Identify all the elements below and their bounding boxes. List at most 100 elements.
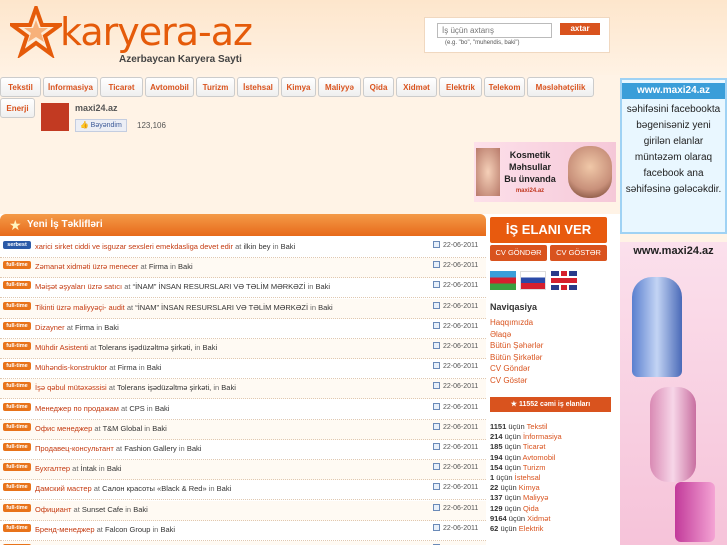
job-title-link[interactable]: Mühəndis-konstruktor xyxy=(35,363,107,372)
job-at-label: at xyxy=(108,383,116,393)
shaver-image xyxy=(632,277,682,377)
job-title-link[interactable]: Бренд-менеджер xyxy=(35,525,95,534)
category-tab-enerji[interactable]: Enerji xyxy=(0,98,35,118)
uk-flag-icon[interactable] xyxy=(551,271,577,290)
job-date-text: 22-06-2011 xyxy=(443,363,479,371)
maxi24-facebook-ad[interactable]: www.maxi24.az səhifəsini facebookta bəge… xyxy=(620,78,727,234)
nav-link[interactable]: Bütün Şəhərlər xyxy=(490,341,543,350)
nav-link[interactable]: Əlaqə xyxy=(490,330,511,339)
thumbs-up-icon: 👍 xyxy=(80,122,89,129)
job-date: 22-06-2011 xyxy=(434,282,478,289)
job-in-label: in xyxy=(310,302,317,312)
job-row: full-time Продавец-консультант at Fashion… xyxy=(0,440,486,460)
job-date-text: 22-06-2011 xyxy=(443,504,479,512)
search-button[interactable]: axtar xyxy=(560,23,600,35)
job-in-label: in xyxy=(213,383,220,393)
category-name: Qida xyxy=(522,503,539,513)
job-title-link[interactable]: Zəmanət xidməti üzrə menecer xyxy=(35,262,138,271)
job-date-text: 22-06-2011 xyxy=(443,484,479,492)
kosmetik-ad-banner[interactable]: Kosmetik Məhsullar Bu ünvanda maxi24.az xyxy=(474,142,616,202)
job-in-label: in xyxy=(170,262,176,272)
category-count: 214 xyxy=(490,432,503,442)
job-city: Baki xyxy=(106,464,122,474)
count-suffix: üçün xyxy=(508,422,525,431)
job-type-badge: full-time xyxy=(3,382,31,391)
nav-link[interactable]: CV Göstər xyxy=(490,376,527,385)
category-name: Ticarət xyxy=(522,442,546,452)
job-title-link[interactable]: Дамский мастер xyxy=(35,484,92,493)
job-title-link[interactable]: Dizayner xyxy=(35,323,65,332)
category-tab-kimya[interactable]: Kimya xyxy=(281,77,316,97)
job-company: Firma xyxy=(117,363,137,373)
job-company: “İNAM” İNSAN RESURSLARI VƏ TƏLİM MƏRKƏZİ xyxy=(132,282,306,292)
category-count-item[interactable]: 185 üçün Ticarət xyxy=(490,442,545,451)
category-name: Turizm xyxy=(522,462,546,472)
job-date: 22-06-2011 xyxy=(434,424,478,431)
category-tab-turizm[interactable]: Turizm xyxy=(196,77,235,97)
job-title-link[interactable]: Менеджер по продажам xyxy=(35,404,119,413)
category-tab-qida[interactable]: Qida xyxy=(363,77,394,97)
job-date: 22-06-2011 xyxy=(434,383,478,390)
category-tab-ticaret[interactable]: Ticarət xyxy=(100,77,143,97)
cv-send-button[interactable]: CV GÖNDƏR xyxy=(490,245,547,261)
facebook-like-button[interactable]: 👍 Bəyəndim xyxy=(75,119,127,132)
job-title-link[interactable]: İşə qəbul mütəxəssisi xyxy=(35,383,107,392)
job-title-link[interactable]: Офис менеджер xyxy=(35,424,92,433)
job-title-link[interactable]: Бухгалтер xyxy=(35,464,70,473)
category-tab-meslehetcilik[interactable]: Məsləhətçilik xyxy=(527,77,594,97)
post-job-button[interactable]: İŞ ELANI VER xyxy=(490,217,607,243)
russia-flag-icon[interactable] xyxy=(520,271,546,290)
category-tab-telekom[interactable]: Telekom xyxy=(484,77,525,97)
job-date: 22-06-2011 xyxy=(434,363,478,370)
facebook-page-avatar[interactable] xyxy=(41,103,69,131)
cv-show-button[interactable]: CV GÖSTƏR xyxy=(550,245,607,261)
category-count-item[interactable]: 9164 üçün Xidmət xyxy=(490,514,550,523)
category-tab-istehsal[interactable]: İstehsal xyxy=(237,77,279,97)
category-tab-avtomobil[interactable]: Avtomobil xyxy=(145,77,194,97)
category-count: 9164 xyxy=(490,513,507,523)
job-title-link[interactable]: Продавец-консультант xyxy=(35,444,114,453)
job-row: full-time Офис менеджер at T&M Global in … xyxy=(0,419,486,440)
maxi24-products-ad[interactable]: www.maxi24.az xyxy=(620,242,727,545)
job-type-badge: full-time xyxy=(3,523,31,532)
nav-link[interactable]: Haqqımızda xyxy=(490,318,533,327)
category-count-item[interactable]: 129 üçün Qida xyxy=(490,504,539,513)
category-tab-informasiya[interactable]: İnformasiya xyxy=(43,77,98,97)
search-box: (e.g. "bo", "muhendis, baki") axtar xyxy=(424,17,610,53)
job-date: 22-06-2011 xyxy=(434,464,478,471)
nav-link[interactable]: Bütün Şirkətlər xyxy=(490,353,542,362)
category-count-item[interactable]: 154 üçün Turizm xyxy=(490,463,545,472)
category-tab-elektrik[interactable]: Elektrik xyxy=(439,77,482,97)
job-date: 22-06-2011 xyxy=(434,262,478,269)
category-count-item[interactable]: 1151 üçün Tekstil xyxy=(490,422,547,431)
category-count-item[interactable]: 194 üçün Avtomobil xyxy=(490,453,555,462)
navigation-title: Naviqasiya xyxy=(490,302,538,312)
job-title-link[interactable]: Официант xyxy=(35,505,71,514)
ad-model-image xyxy=(476,148,500,196)
search-input[interactable] xyxy=(437,23,552,38)
job-city: Baki xyxy=(280,242,296,251)
category-tab-xidmet[interactable]: Xidmət xyxy=(396,77,437,97)
job-title-link[interactable]: Tikinti üzrə maliyyəçi- audit xyxy=(35,303,125,312)
azerbaijan-flag-icon[interactable] xyxy=(490,271,516,290)
job-type-badge: full-time xyxy=(3,483,31,492)
category-count-item[interactable]: 137 üçün Maliyyə xyxy=(490,493,548,502)
category-count-item[interactable]: 214 üçün İnformasiya xyxy=(490,432,562,441)
job-title-link[interactable]: Mühdir Asistenti xyxy=(35,343,88,352)
category-tab-maliyye[interactable]: Maliyyə xyxy=(318,77,361,97)
facebook-page-name[interactable]: maxi24.az xyxy=(75,103,118,113)
category-count-item[interactable]: 1 üçün İstehsal xyxy=(490,473,540,482)
job-company: Tolerans işədüzəltmə şirkəti, xyxy=(98,343,193,352)
category-tab-tekstil[interactable]: Tekstil xyxy=(0,77,41,97)
category-count-item[interactable]: 22 üçün Kimya xyxy=(490,483,540,492)
site-logo[interactable]: karyera-az xyxy=(60,12,253,52)
job-company: “İNAM” İNSAN RESURSLARI VƏ TƏLİM MƏRKƏZİ xyxy=(135,302,309,312)
job-at-label: at xyxy=(90,343,97,352)
category-count: 1 xyxy=(490,473,495,482)
job-date: 22-06-2011 xyxy=(434,525,478,532)
job-title-link[interactable]: xarici sirket ciddi ve isguzar sexsleri … xyxy=(35,242,233,251)
like-label: Bəyəndim xyxy=(90,122,122,129)
category-count-item[interactable]: 62 üçün Elektrik xyxy=(490,524,543,533)
nav-link[interactable]: CV Göndər xyxy=(490,364,530,373)
job-title-link[interactable]: Məişət əşyaları üzrə satıcı xyxy=(35,282,122,291)
